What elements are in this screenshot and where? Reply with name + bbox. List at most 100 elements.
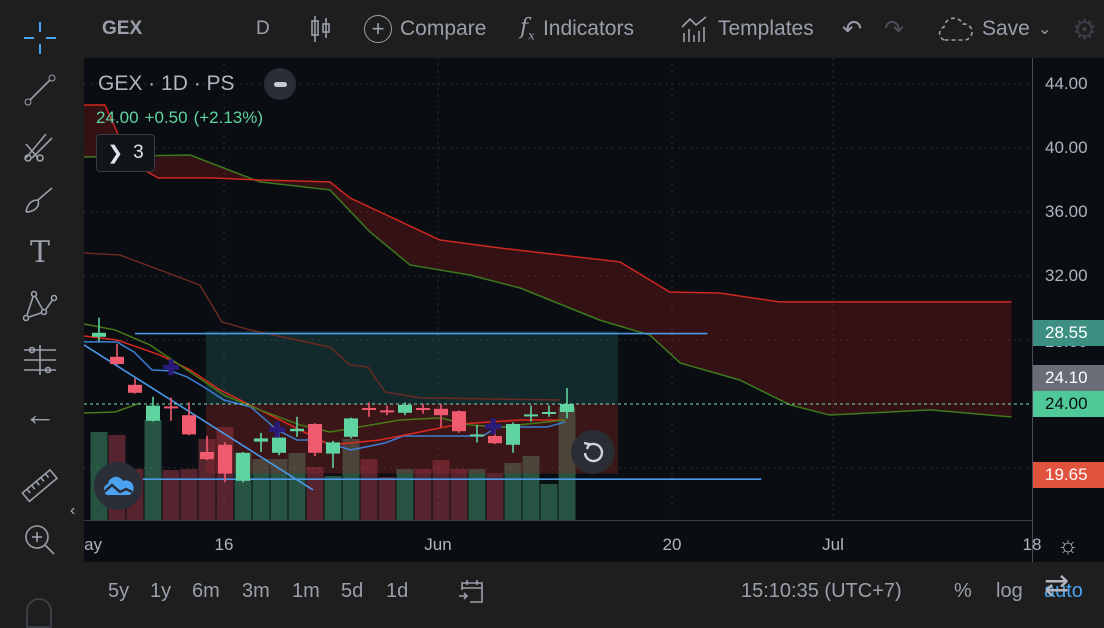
legend-title: GEX · 1D · PS xyxy=(98,72,235,95)
redo-button[interactable]: ↷ xyxy=(884,14,904,44)
chevron-down-icon: ⌄ xyxy=(1038,21,1052,38)
volume-bar xyxy=(450,469,468,520)
time-axis[interactable]: May 16 Jun 20 Jul 18 xyxy=(70,520,1041,562)
candle-up xyxy=(254,438,268,442)
price-axis[interactable]: 44.00 40.00 36.00 32.00 28.00 28.55 24.1… xyxy=(1032,58,1104,562)
calendar-icon xyxy=(459,580,483,603)
time-tick: Jul xyxy=(822,535,844,554)
cloud-icon xyxy=(938,17,973,41)
range-5d[interactable]: 5d xyxy=(341,580,363,603)
time-tick: 20 xyxy=(662,535,682,554)
measure-tool[interactable] xyxy=(20,340,60,380)
candle-down xyxy=(452,411,466,432)
reset-chart-button[interactable] xyxy=(571,430,615,474)
range-1y[interactable]: 1y xyxy=(150,580,171,603)
chart-pane[interactable]: GEX · 1D · PS 24.00 +0.50 (+2.13%) ❯ 3 xyxy=(84,58,1032,520)
price-tick: 36.00 xyxy=(1045,202,1088,221)
arrow-left-icon: ← xyxy=(24,395,56,432)
range-5y[interactable]: 5y xyxy=(108,580,129,603)
range-6m[interactable]: 6m xyxy=(192,580,220,603)
undo-button[interactable]: ↶ xyxy=(842,14,862,44)
cloud-chart-icon xyxy=(103,476,134,495)
drawing-toolbar: T ← ‹ xyxy=(0,0,84,628)
hide-toolbar-button[interactable]: ← xyxy=(20,394,60,434)
text-icon: T xyxy=(29,234,50,270)
last-price-badge: 24.00 xyxy=(1033,391,1104,417)
save-menu-button[interactable]: ⌄ xyxy=(1038,14,1051,44)
brush-tool[interactable] xyxy=(20,180,60,220)
chart-type-button[interactable] xyxy=(310,14,332,44)
settings-gear-icon[interactable]: ☼ xyxy=(1057,532,1079,560)
collapse-toolbar-button[interactable]: ‹ xyxy=(70,502,75,520)
price-tick: 40.00 xyxy=(1045,138,1088,157)
trend-line-icon xyxy=(24,74,56,106)
stop-price-badge: 19.65 xyxy=(1033,462,1104,488)
indicators-expand-button[interactable]: ❯ 3 xyxy=(96,134,155,172)
auto-scale-toggle[interactable]: auto ⇄ xyxy=(1044,569,1083,603)
entry-price-badge: 24.10 xyxy=(1033,365,1104,391)
candle-down xyxy=(110,356,124,364)
candle-down xyxy=(380,410,394,413)
save-button[interactable]: Save xyxy=(936,14,1030,44)
chikou-line xyxy=(84,402,141,414)
legend-change-pct: (+2.13%) xyxy=(193,108,264,127)
volume-bar xyxy=(396,469,414,520)
percent-scale-toggle[interactable]: % xyxy=(954,580,972,603)
candle-up xyxy=(344,418,358,437)
settings-button[interactable]: ⚙ xyxy=(1072,13,1098,45)
candle-up xyxy=(290,428,304,432)
time-tick: Jun xyxy=(424,535,452,554)
redo-icon: ↷ xyxy=(884,15,905,43)
plus-circle-icon: + xyxy=(364,15,392,43)
candle-down xyxy=(434,408,448,416)
volume-bar xyxy=(486,473,504,520)
candle-down xyxy=(182,415,196,435)
indicators-button[interactable]: fx Indicators xyxy=(520,14,634,44)
candle-down xyxy=(218,444,232,474)
compare-button[interactable]: + Compare xyxy=(364,14,486,44)
undo-icon: ↶ xyxy=(842,15,863,43)
volume-bar xyxy=(378,477,396,520)
templates-button[interactable]: Templates xyxy=(680,14,814,44)
zoom-in-tool[interactable] xyxy=(20,520,60,560)
text-tool[interactable]: T xyxy=(20,232,60,272)
candlestick-icon xyxy=(311,16,330,42)
top-toolbar: GEX D + Compare fx Indicators Templates ↶ … xyxy=(0,0,1104,58)
go-to-date-button[interactable] xyxy=(458,578,484,604)
range-3m[interactable]: 3m xyxy=(242,580,270,603)
legend-collapse-button[interactable] xyxy=(264,68,296,100)
trend-line-tool[interactable] xyxy=(20,70,60,110)
symbol-button[interactable]: GEX xyxy=(102,14,142,44)
candle-up xyxy=(524,414,538,417)
range-1d[interactable]: 1d xyxy=(386,580,408,603)
log-scale-toggle[interactable]: log xyxy=(996,580,1023,603)
range-1m[interactable]: 1m xyxy=(292,580,320,603)
pitchfork-icon xyxy=(24,133,53,162)
pitchfork-tool[interactable] xyxy=(20,126,60,166)
pattern-tool[interactable] xyxy=(20,286,60,326)
candle-up xyxy=(506,424,520,445)
candle-down xyxy=(488,436,502,444)
ruler-icon xyxy=(21,468,59,503)
magnet-icon[interactable] xyxy=(26,598,52,628)
legend-change: +0.50 xyxy=(144,108,188,127)
long-position-icon xyxy=(24,345,56,375)
gear-icon: ⚙ xyxy=(1072,13,1098,45)
bottom-toolbar: 5y 1y 6m 3m 1m 5d 1d 15:10:35 (UTC+7) % … xyxy=(84,562,1104,621)
interval-button[interactable]: D xyxy=(256,14,270,44)
candle-up xyxy=(92,332,106,337)
position-target-zone xyxy=(205,331,618,404)
indicator-count: 3 xyxy=(133,142,144,163)
candle-up xyxy=(542,412,556,414)
save-label: Save xyxy=(982,17,1030,40)
minus-icon xyxy=(273,81,287,87)
crosshair-tool[interactable] xyxy=(20,18,60,58)
ruler-tool[interactable] xyxy=(20,466,60,506)
tradingview-logo-button[interactable] xyxy=(94,462,142,510)
volume-bar xyxy=(468,469,486,520)
templates-icon xyxy=(681,16,707,42)
clock-timezone[interactable]: 15:10:35 (UTC+7) xyxy=(741,580,902,603)
volume-bar xyxy=(144,420,162,520)
target-price-badge: 28.55 xyxy=(1033,320,1104,346)
volume-bar xyxy=(324,476,342,520)
